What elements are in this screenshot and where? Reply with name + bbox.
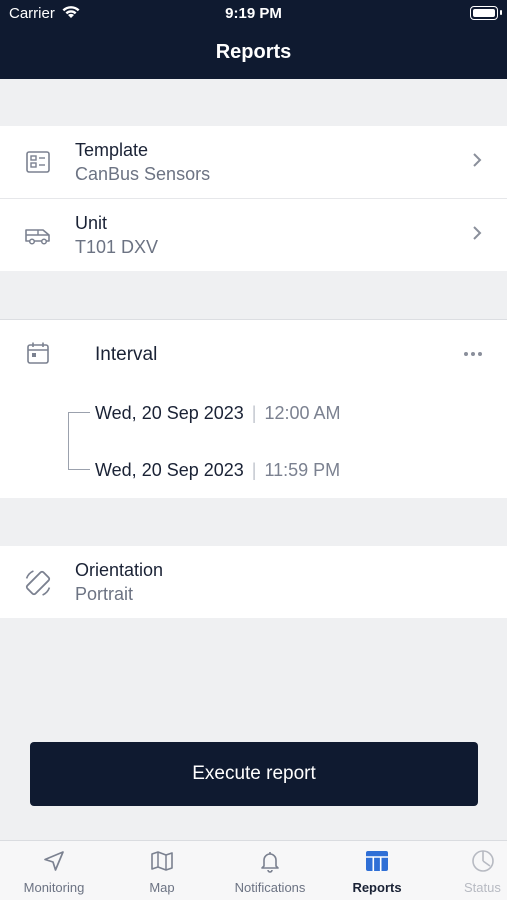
pie-chart-icon: [471, 850, 494, 872]
more-options-icon[interactable]: [463, 351, 483, 357]
interval-label: Interval: [95, 344, 158, 365]
page-title: Reports: [215, 41, 292, 63]
interval-to[interactable]: Wed, 20 Sep 2023 | 11:59 PM: [95, 460, 340, 481]
tab-notifications[interactable]: Notifications: [222, 841, 318, 900]
truck-icon: [25, 229, 50, 245]
report-settings-card: Template CanBus Sensors Unit T101 DXV: [0, 126, 507, 271]
chevron-right-icon: [473, 226, 482, 240]
status-bar: Carrier 9:19 PM: [0, 0, 507, 30]
interval-bracket: [68, 412, 90, 470]
tab-monitoring[interactable]: Monitoring: [10, 841, 98, 900]
tab-bar: Monitoring Map Notifications Reports Sta…: [0, 840, 507, 900]
interval-to-date: Wed, 20 Sep 2023: [95, 460, 244, 480]
interval-to-time: 11:59 PM: [264, 460, 341, 480]
tab-label: Reports: [352, 880, 402, 895]
tab-label: Map: [149, 880, 175, 895]
navigation-arrow-icon: [44, 851, 64, 871]
orientation-row[interactable]: Orientation Portrait: [0, 546, 507, 618]
template-row[interactable]: Template CanBus Sensors: [0, 126, 507, 198]
template-label: Template: [75, 140, 149, 160]
tab-status[interactable]: Status: [450, 841, 507, 900]
tab-label: Monitoring: [23, 880, 85, 895]
tab-label: Notifications: [234, 880, 306, 895]
calendar-icon: [27, 342, 49, 364]
clock-label: 9:19 PM: [225, 5, 282, 22]
orientation-value: Portrait: [75, 584, 134, 604]
bell-icon: [261, 852, 279, 873]
interval-from-date: Wed, 20 Sep 2023: [95, 403, 244, 423]
interval-from[interactable]: Wed, 20 Sep 2023 | 12:00 AM: [95, 403, 341, 424]
chevron-right-icon: [473, 153, 482, 167]
template-value: CanBus Sensors: [75, 164, 211, 184]
tab-label: Status: [464, 880, 501, 895]
rotate-icon: [25, 570, 51, 596]
execute-report-button[interactable]: Execute report: [30, 742, 478, 806]
separator: |: [251, 403, 257, 423]
template-icon: [26, 151, 50, 173]
interval-from-time: 12:00 AM: [264, 403, 341, 423]
table-icon: [366, 851, 388, 871]
orientation-card: Orientation Portrait: [0, 546, 507, 618]
unit-label: Unit: [75, 213, 108, 233]
separator: |: [251, 460, 257, 480]
unit-row[interactable]: Unit T101 DXV: [0, 199, 507, 271]
battery-icon: [470, 6, 502, 20]
tab-map[interactable]: Map: [128, 841, 196, 900]
tab-reports[interactable]: Reports: [340, 841, 414, 900]
interval-card: Interval Wed, 20 Sep 2023 | 12:00 AM Wed, …: [0, 319, 507, 498]
map-icon: [151, 851, 173, 871]
unit-value: T101 DXV: [75, 237, 159, 257]
navigation-header: Carrier 9:19 PM Reports: [0, 0, 507, 79]
orientation-label: Orientation: [75, 560, 164, 580]
